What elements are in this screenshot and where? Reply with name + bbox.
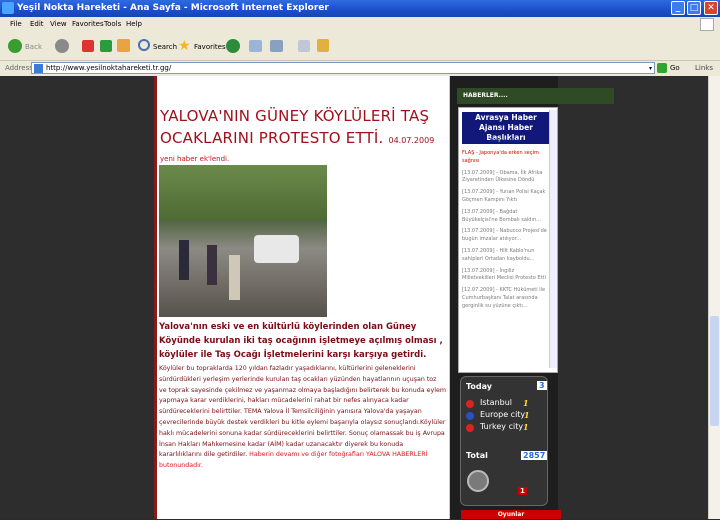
counter-row-value: 1 xyxy=(524,410,530,420)
protest-photo[interactable] xyxy=(159,165,327,317)
menu-bar: File Edit View Favorites Tools Help xyxy=(0,17,720,33)
page-icon xyxy=(34,64,43,73)
back-button[interactable]: Back xyxy=(25,42,42,52)
menu-tools[interactable]: Tools xyxy=(104,19,121,30)
go-arrow-icon[interactable] xyxy=(657,63,667,73)
news-item[interactable]: [13.07.2009] - Hilt Kablo'nun sahipleri … xyxy=(462,248,548,264)
mail-icon[interactable] xyxy=(249,40,262,52)
counter-row-value: 1 xyxy=(523,398,529,408)
toolbar: Back Search ★ Favorites xyxy=(0,32,720,61)
news-item[interactable]: [12.07.2009] - KKTC Hükümeti ile Cumhurb… xyxy=(462,287,548,310)
article-lead: Yalova'nın eski ve en kültürlü köylerind… xyxy=(159,322,443,360)
total-label: Total xyxy=(466,451,488,460)
print-icon[interactable] xyxy=(270,40,283,52)
globe-icon xyxy=(467,470,489,492)
search-button[interactable]: Search xyxy=(153,42,177,52)
counter-row-label: Europe city xyxy=(480,410,526,419)
article-body: Köylüler bu topraklarda 120 yıldan fazla… xyxy=(159,364,446,472)
menu-file[interactable]: File xyxy=(10,19,22,30)
scrollbar-thumb[interactable] xyxy=(710,316,719,426)
refresh-icon[interactable] xyxy=(100,40,112,52)
stop-icon[interactable] xyxy=(82,40,94,52)
go-button[interactable]: Go xyxy=(670,63,680,73)
visitor-counter: Today 3 Istanbul 1 Europe city 1 Turkey … xyxy=(460,376,548,506)
online-value: 1 xyxy=(518,487,527,495)
today-label: Today xyxy=(466,382,492,391)
menu-edit[interactable]: Edit xyxy=(30,19,44,30)
article-subline: yeni haber ek'lendi. xyxy=(160,155,230,163)
home-icon[interactable] xyxy=(117,39,130,52)
flag-icon xyxy=(466,400,474,408)
edit-icon[interactable] xyxy=(298,40,310,52)
window-title: Yeşil Nokta Hareketi - Ana Sayfa - Micro… xyxy=(17,3,329,13)
today-value: 3 xyxy=(537,381,547,390)
news-item[interactable]: [13.07.2009] - Nabucco Projesi'de bugün … xyxy=(462,228,548,244)
news-item[interactable]: [13.07.2009] - Bağdat Büyükelçisi'ne Bom… xyxy=(462,209,548,225)
opinions-header[interactable]: Oyunlar xyxy=(461,510,561,519)
news-header: HABERLER.... xyxy=(457,88,614,104)
windows-logo-icon xyxy=(700,18,714,31)
address-bar: Address http://www.yesilnoktahareketi.tr… xyxy=(0,61,720,77)
total-value: 2857 xyxy=(521,451,548,460)
article-headline[interactable]: YALOVA'NIN GÜNEY KÖYLÜLERİ TAŞ OCAKLARIN… xyxy=(160,105,444,152)
counter-row-value: 1 xyxy=(523,422,529,432)
news-list: FLAŞ - Japonya'da erken seçim sağnısı [1… xyxy=(462,150,548,315)
article-body-text: Köylüler bu topraklarda 120 yıldan fazla… xyxy=(159,365,446,459)
news-item[interactable]: [13.07.2009] - Obama, İlk Afrika Ziyaret… xyxy=(462,170,548,186)
ie-icon xyxy=(2,2,14,14)
media-icon[interactable] xyxy=(226,39,240,53)
add-to-site-link[interactable]: Sitene Ekle xyxy=(459,138,551,144)
messenger-icon[interactable] xyxy=(317,39,329,52)
article-date: 04.07.2009 xyxy=(388,136,435,145)
menu-help[interactable]: Help xyxy=(126,19,142,30)
title-bar: Yeşil Nokta Hareketi - Ana Sayfa - Micro… xyxy=(0,0,720,17)
search-icon[interactable] xyxy=(138,39,150,51)
news-widget: Avrasya Haber Ajansı Haber Başlıkları Si… xyxy=(458,107,558,373)
address-dropdown-icon[interactable]: ▾ xyxy=(646,64,655,73)
counter-row-label: Istanbul xyxy=(480,398,513,407)
address-input[interactable]: http://www.yesilnoktahareketi.tr.gg/ xyxy=(31,62,655,74)
news-item[interactable]: [13.07.2009] - Yunan Polisi Kaçak Göçmen… xyxy=(462,189,548,205)
news-item[interactable]: FLAŞ - Japonya'da erken seçim sağnısı xyxy=(462,150,548,166)
menu-favorites[interactable]: Favorites xyxy=(72,19,104,30)
links-button[interactable]: Links xyxy=(695,63,713,73)
menu-view[interactable]: View xyxy=(50,19,67,30)
favorites-button[interactable]: Favorites xyxy=(194,42,226,52)
address-label: Address xyxy=(5,64,33,72)
favorites-star-icon[interactable]: ★ xyxy=(178,38,191,54)
back-arrow-icon[interactable] xyxy=(8,39,22,53)
news-scrollbar[interactable] xyxy=(549,110,557,368)
minimize-button[interactable]: _ xyxy=(671,1,685,15)
address-url: http://www.yesilnoktahareketi.tr.gg/ xyxy=(46,64,172,72)
forward-arrow-icon[interactable] xyxy=(55,39,69,53)
page-scrollbar[interactable] xyxy=(708,76,720,519)
flag-icon xyxy=(466,424,474,432)
counter-row-label: Turkey city xyxy=(480,422,524,431)
maximize-button[interactable]: □ xyxy=(687,1,701,15)
close-button[interactable]: ✕ xyxy=(704,1,718,15)
eu-flag-icon xyxy=(466,412,474,420)
news-item[interactable]: [13.07.2009] - İngiliz Milletvekilleri M… xyxy=(462,268,548,284)
